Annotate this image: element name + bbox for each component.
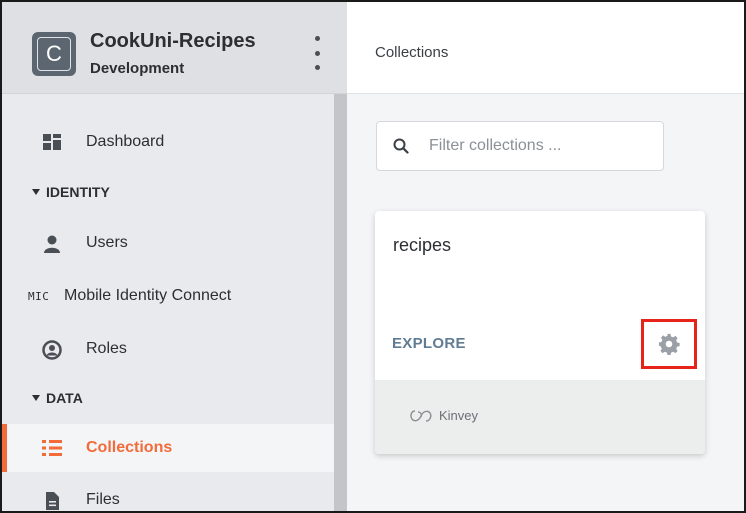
sidebar-item-mic[interactable]: MIC Mobile Identity Connect — [2, 274, 334, 318]
sidebar-item-label: Collections — [86, 439, 173, 456]
collection-name: recipes — [393, 235, 452, 255]
sidebar: C CookUni-Recipes Development Dashboard … — [2, 2, 347, 511]
list-icon — [42, 440, 62, 456]
caret-down-icon — [32, 395, 40, 401]
section-identity[interactable]: IDENTITY — [32, 184, 110, 200]
dashboard-icon — [43, 134, 61, 150]
card-footer: Kinvey — [375, 380, 705, 454]
app-logo[interactable]: C — [32, 32, 76, 76]
app-environment: Development — [90, 60, 185, 77]
app-name: CookUni-Recipes — [90, 30, 256, 52]
sidebar-item-label: Dashboard — [86, 133, 165, 150]
sidebar-item-roles[interactable]: Roles — [2, 327, 334, 371]
collection-settings-button[interactable] — [641, 319, 697, 369]
roles-icon — [42, 340, 62, 360]
sidebar-item-collections[interactable]: Collections — [2, 424, 334, 472]
section-data[interactable]: DATA — [32, 390, 83, 406]
kinvey-logo-icon — [410, 409, 432, 422]
sidebar-scrollbar[interactable] — [334, 94, 347, 511]
app-header: C CookUni-Recipes Development — [2, 2, 347, 94]
sidebar-item-files[interactable]: Files — [2, 478, 334, 511]
app-menu-kebab-icon[interactable] — [312, 36, 322, 70]
section-label: IDENTITY — [46, 184, 110, 200]
sidebar-item-label: Roles — [86, 340, 127, 357]
section-label: DATA — [46, 390, 83, 406]
filter-collections-field[interactable] — [376, 121, 664, 171]
caret-down-icon — [32, 189, 40, 195]
sidebar-item-dashboard[interactable]: Dashboard — [2, 120, 334, 164]
app-window: C CookUni-Recipes Development Dashboard … — [0, 0, 746, 513]
collection-card: recipes EXPLORE Kinvey — [375, 211, 705, 454]
app-logo-letter: C — [37, 37, 71, 71]
top-bar: Collections — [347, 2, 744, 94]
kinvey-label: Kinvey — [439, 408, 479, 423]
sidebar-item-users[interactable]: Users — [2, 221, 334, 265]
mic-icon: MIC — [28, 289, 50, 303]
sidebar-item-label: Users — [86, 234, 128, 251]
sidebar-item-label: Files — [86, 491, 120, 508]
search-icon — [393, 138, 409, 154]
user-icon — [44, 235, 60, 253]
file-icon — [46, 492, 59, 510]
filter-collections-input[interactable] — [429, 134, 649, 158]
explore-button[interactable]: EXPLORE — [392, 335, 466, 352]
gear-icon — [658, 333, 680, 355]
breadcrumb: Collections — [375, 44, 449, 61]
sidebar-item-label: Mobile Identity Connect — [64, 287, 232, 304]
kinvey-brand: Kinvey — [409, 408, 478, 423]
